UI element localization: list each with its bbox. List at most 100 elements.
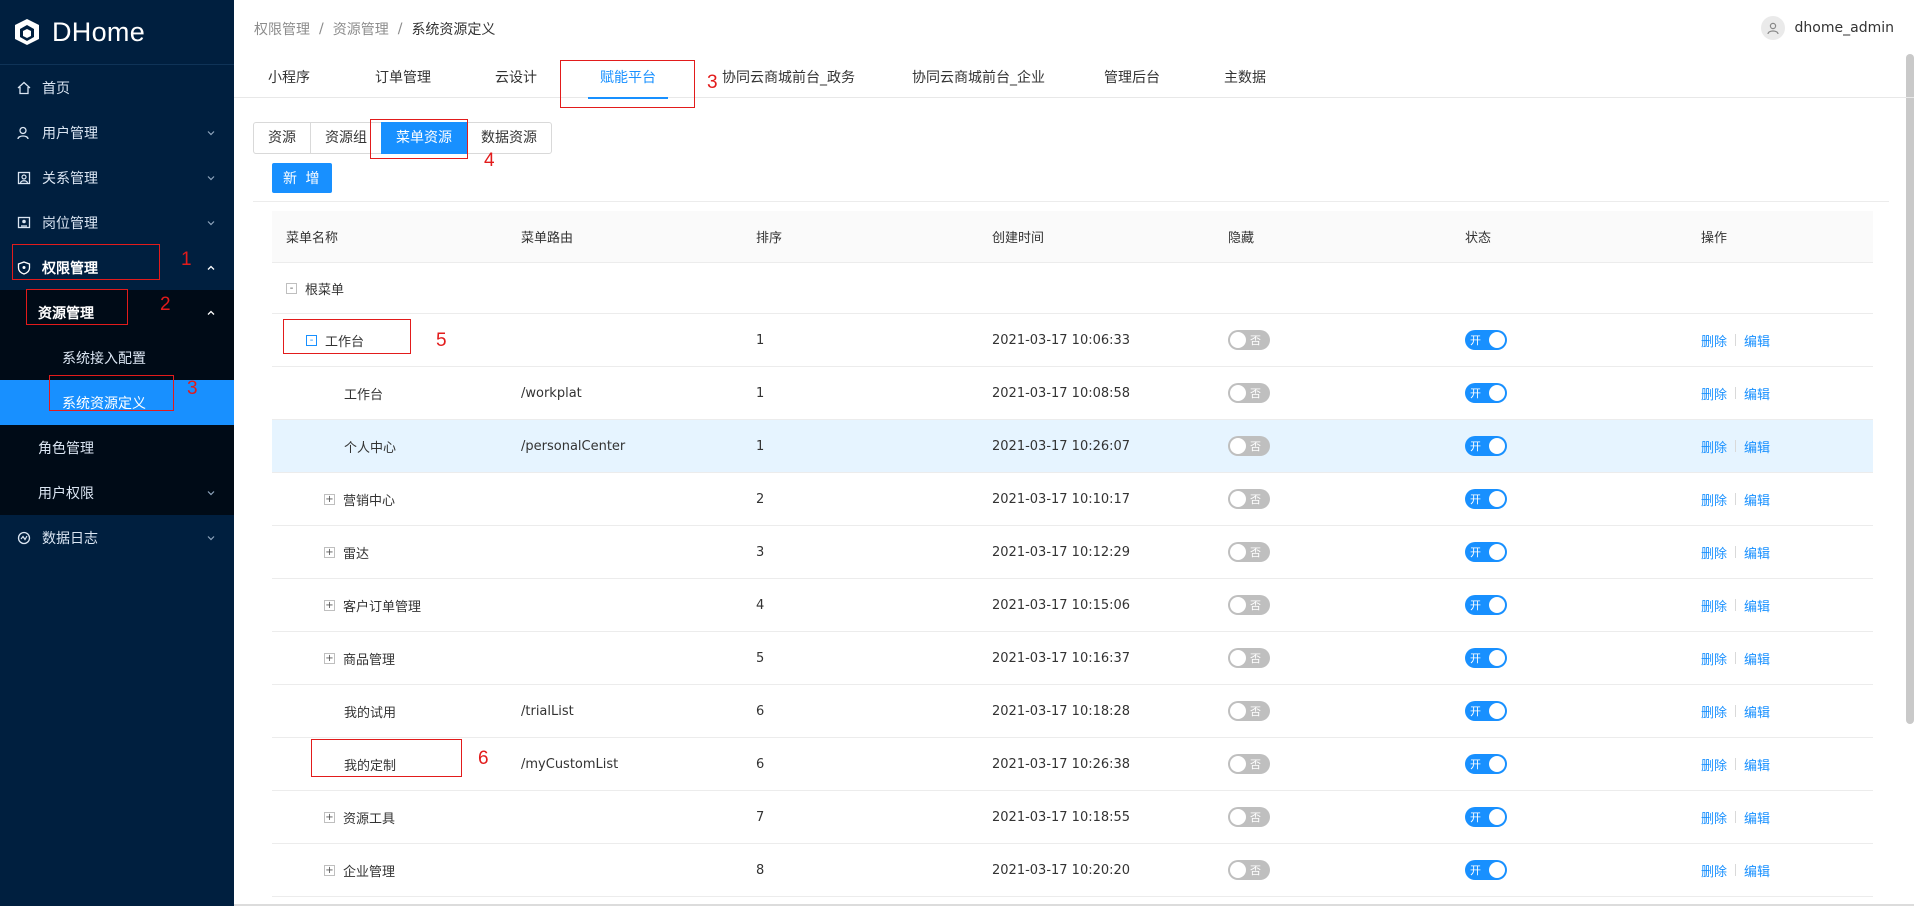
status-toggle[interactable]: 开 (1465, 489, 1507, 509)
status-toggle[interactable]: 开 (1465, 383, 1507, 403)
toggle-knob (1489, 385, 1505, 401)
hidden-toggle[interactable]: 否 (1228, 542, 1270, 562)
tab-empowerment-platform[interactable]: 赋能平台 (588, 58, 668, 99)
tab-mall-frontend-government[interactable]: 协同云商城前台_政务 (722, 58, 855, 98)
status-toggle[interactable]: 开 (1465, 542, 1507, 562)
tab-resource-group[interactable]: 资源组 (310, 122, 382, 154)
breadcrumb-separator: / (319, 21, 324, 37)
status-toggle[interactable]: 开 (1465, 807, 1507, 827)
edit-link[interactable]: 编辑 (1744, 649, 1770, 668)
tab-mall-frontend-enterprise[interactable]: 协同云商城前台_企业 (912, 58, 1045, 98)
tab-data-resource[interactable]: 数据资源 (466, 122, 552, 154)
delete-link[interactable]: 删除 (1701, 543, 1727, 562)
row-status-cell: 开 (1451, 383, 1687, 403)
hidden-toggle[interactable]: 否 (1228, 436, 1270, 456)
expand-icon[interactable]: + (324, 493, 335, 505)
delete-link[interactable]: 删除 (1701, 490, 1727, 509)
hidden-toggle[interactable]: 否 (1228, 701, 1270, 721)
edit-link[interactable]: 编辑 (1744, 596, 1770, 615)
sidebar-item-position-management[interactable]: 岗位管理 (0, 200, 234, 245)
status-toggle[interactable]: 开 (1465, 595, 1507, 615)
delete-link[interactable]: 删除 (1701, 861, 1727, 880)
sidebar-item-user-permission[interactable]: 用户权限 (0, 470, 234, 515)
collapse-icon[interactable]: - (286, 282, 297, 294)
sidebar-item-resource-management[interactable]: 资源管理 (0, 290, 234, 335)
hidden-toggle[interactable]: 否 (1228, 330, 1270, 350)
expand-icon[interactable]: + (324, 811, 335, 823)
sidebar-item-role-management[interactable]: 角色管理 (0, 425, 234, 470)
tab-admin-backend[interactable]: 管理后台 (1104, 58, 1160, 98)
tab-cloud-design[interactable]: 云设计 (495, 58, 537, 98)
hidden-toggle[interactable]: 否 (1228, 489, 1270, 509)
delete-link[interactable]: 删除 (1701, 649, 1727, 668)
toggle-knob (1230, 756, 1246, 772)
sidebar-item-system-resource-definition[interactable]: 系统资源定义 (0, 380, 234, 425)
toggle-label: 否 (1250, 811, 1261, 824)
expand-icon[interactable]: + (324, 546, 335, 558)
status-toggle[interactable]: 开 (1465, 860, 1507, 880)
edit-link[interactable]: 编辑 (1744, 490, 1770, 509)
sidebar-item-user-management[interactable]: 用户管理 (0, 110, 234, 155)
sidebar-item-permission-management[interactable]: 权限管理 (0, 245, 234, 290)
sidebar-item-relation-management[interactable]: 关系管理 (0, 155, 234, 200)
status-toggle[interactable]: 开 (1465, 701, 1507, 721)
add-button[interactable]: 新 增 (272, 163, 333, 193)
column-header-order: 排序 (756, 231, 783, 246)
delete-link[interactable]: 删除 (1701, 808, 1727, 827)
delete-link[interactable]: 删除 (1701, 437, 1727, 456)
tab-menu-resource[interactable]: 菜单资源 (381, 122, 467, 154)
edit-link[interactable]: 编辑 (1744, 331, 1770, 350)
edit-link[interactable]: 编辑 (1744, 437, 1770, 456)
hidden-toggle[interactable]: 否 (1228, 383, 1270, 403)
table-row: + 资源工具 7 2021-03-17 10:18:55 否 开 删除 编辑 (272, 791, 1873, 844)
tab-master-data[interactable]: 主数据 (1224, 58, 1266, 98)
tab-resource[interactable]: 资源 (253, 122, 311, 154)
tab-mini-program[interactable]: 小程序 (268, 58, 310, 98)
delete-link[interactable]: 删除 (1701, 384, 1727, 403)
toggle-label: 否 (1250, 599, 1261, 612)
row-actions: 删除 编辑 (1687, 384, 1873, 403)
delete-link[interactable]: 删除 (1701, 331, 1727, 350)
status-toggle[interactable]: 开 (1465, 436, 1507, 456)
hidden-toggle[interactable]: 否 (1228, 648, 1270, 668)
delete-link[interactable]: 删除 (1701, 755, 1727, 774)
breadcrumb-item[interactable]: 资源管理 (333, 19, 389, 39)
sidebar-item-data-log[interactable]: 数据日志 (0, 515, 234, 560)
edit-link[interactable]: 编辑 (1744, 808, 1770, 827)
action-separator (1735, 387, 1737, 399)
row-route: /workplat (521, 385, 582, 401)
edit-link[interactable]: 编辑 (1744, 861, 1770, 880)
edit-link[interactable]: 编辑 (1744, 702, 1770, 721)
status-toggle[interactable]: 开 (1465, 648, 1507, 668)
delete-link[interactable]: 删除 (1701, 596, 1727, 615)
tab-order-management[interactable]: 订单管理 (375, 58, 431, 98)
collapse-icon[interactable]: - (306, 334, 317, 346)
hidden-toggle[interactable]: 否 (1228, 754, 1270, 774)
sidebar-item-home[interactable]: 首页 (0, 65, 234, 110)
sidebar-item-system-access-config[interactable]: 系统接入配置 (0, 335, 234, 380)
edit-link[interactable]: 编辑 (1744, 543, 1770, 562)
expand-icon[interactable]: + (324, 599, 335, 611)
expand-icon[interactable]: + (324, 652, 335, 664)
header: 权限管理 / 资源管理 / 系统资源定义 (234, 0, 1914, 58)
row-name-cell: + 营销中心 (272, 490, 507, 509)
table-row: + 客户订单管理 4 2021-03-17 10:15:06 否 开 删除 编辑 (272, 579, 1873, 632)
scrollbar[interactable] (1906, 54, 1914, 724)
column-header-actions: 操作 (1701, 231, 1728, 246)
hidden-toggle[interactable]: 否 (1228, 860, 1270, 880)
app-logo[interactable]: DHome (0, 0, 234, 65)
user-menu[interactable]: dhome_admin (1760, 16, 1894, 40)
row-name-cell: + 资源工具 (272, 808, 507, 827)
delete-link[interactable]: 删除 (1701, 702, 1727, 721)
status-toggle[interactable]: 开 (1465, 754, 1507, 774)
row-actions: 删除 编辑 (1687, 543, 1873, 562)
hidden-toggle[interactable]: 否 (1228, 807, 1270, 827)
breadcrumb-item[interactable]: 权限管理 (254, 19, 310, 39)
row-created-time: 2021-03-17 10:18:55 (992, 809, 1131, 825)
edit-link[interactable]: 编辑 (1744, 384, 1770, 403)
hidden-toggle[interactable]: 否 (1228, 595, 1270, 615)
expand-icon[interactable]: + (324, 864, 335, 876)
toggle-label: 开 (1470, 546, 1481, 559)
status-toggle[interactable]: 开 (1465, 330, 1507, 350)
edit-link[interactable]: 编辑 (1744, 755, 1770, 774)
